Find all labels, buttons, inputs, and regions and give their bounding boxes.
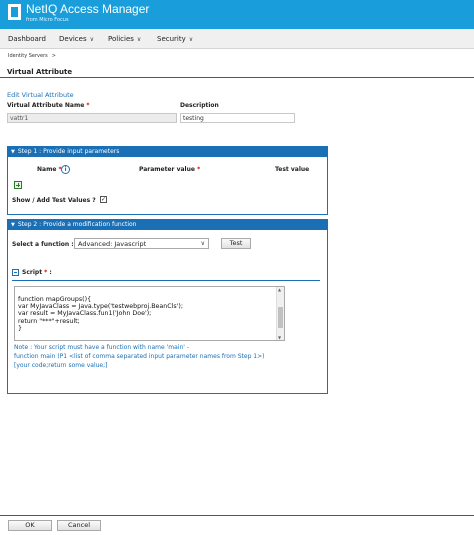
collapse-minus-icon[interactable] (12, 269, 19, 276)
nav-dashboard[interactable]: Dashboard (8, 35, 46, 43)
name-field[interactable]: vattr1 (7, 113, 177, 123)
step2-header[interactable]: ▼ Step 2 : Provide a modification functio… (8, 220, 327, 230)
cancel-button[interactable]: Cancel (57, 520, 101, 531)
scroll-thumb[interactable] (278, 307, 283, 328)
ok-button[interactable]: OK (8, 520, 52, 531)
step1-col-test: Test value (275, 166, 310, 173)
step1-col-name: Name * (37, 166, 62, 173)
scroll-down-icon[interactable]: ▼ (278, 335, 281, 340)
required-marker: * (86, 102, 90, 109)
script-label: Script * : (22, 269, 52, 276)
chevron-down-icon: ∨ (136, 36, 142, 43)
show-test-values-label: Show / Add Test Values ? (12, 197, 96, 204)
main-navbar: Dashboard Devices ∨ Policies ∨ Security ∨ (0, 29, 474, 49)
nav-devices[interactable]: Devices ∨ (59, 35, 94, 43)
add-parameter-icon[interactable] (14, 181, 22, 189)
title-divider (0, 77, 474, 78)
app-title: NetIQ Access Manager (26, 2, 150, 16)
script-editor[interactable]: function mapGroups(){var MyJavaClass = J… (14, 286, 285, 341)
name-label: Virtual Attribute Name * (7, 102, 90, 109)
step1-panel: ▼ Step 1 : Provide input parameters (7, 146, 328, 215)
script-divider (12, 280, 320, 281)
footer-divider (0, 515, 474, 516)
nav-security[interactable]: Security ∨ (157, 35, 193, 43)
description-field[interactable]: testing (180, 113, 295, 123)
function-select[interactable]: Advanced: Javascript ∨ (74, 238, 209, 249)
code-line: } (18, 324, 23, 332)
breadcrumb: Identity Servers > (8, 53, 56, 59)
collapse-triangle-icon: ▼ (11, 222, 15, 228)
breadcrumb-identity-servers[interactable]: Identity Servers (8, 53, 48, 59)
chevron-down-icon: ∨ (89, 36, 94, 43)
note-line: [your code;return some value;] (14, 362, 108, 369)
app-header: NetIQ Access Manager from Micro Focus (0, 0, 474, 29)
chevron-down-icon: ∨ (200, 240, 205, 247)
breadcrumb-separator: > (51, 53, 56, 59)
note-line: Note : Your script must have a function … (14, 344, 189, 351)
code-line: var MyJavaClass = Java.type('testwebproj… (18, 303, 183, 311)
step1-col-param: Parameter value * (139, 166, 201, 173)
section-title: Edit Virtual Attribute (7, 91, 74, 99)
test-button[interactable]: Test (221, 238, 251, 249)
collapse-triangle-icon: ▼ (11, 149, 15, 155)
code-line: return "***"+result; (18, 317, 80, 325)
info-icon[interactable]: i (61, 165, 70, 174)
script-scrollbar[interactable]: ▲ ▼ (276, 287, 284, 340)
page-title: Virtual Attribute (7, 68, 73, 76)
step1-header[interactable]: ▼ Step 1 : Provide input parameters (8, 147, 327, 157)
app-subtitle: from Micro Focus (26, 17, 69, 23)
code-line: function mapGroups(){ (18, 296, 92, 303)
chevron-down-icon: ∨ (188, 36, 194, 43)
show-test-values-checkbox[interactable]: ✓ (100, 196, 107, 203)
code-line: var result = MyJavaClass.fun1('John Doe'… (18, 310, 152, 318)
description-label: Description (180, 102, 219, 109)
select-function-label: Select a function : (12, 241, 74, 248)
netiq-logo-icon (8, 4, 21, 20)
required-marker: * (197, 166, 201, 173)
note-line: function main (P1 <list of comma separat… (14, 353, 265, 360)
scroll-up-icon[interactable]: ▲ (278, 287, 281, 292)
nav-policies[interactable]: Policies ∨ (108, 35, 141, 43)
required-marker: * (44, 269, 48, 276)
